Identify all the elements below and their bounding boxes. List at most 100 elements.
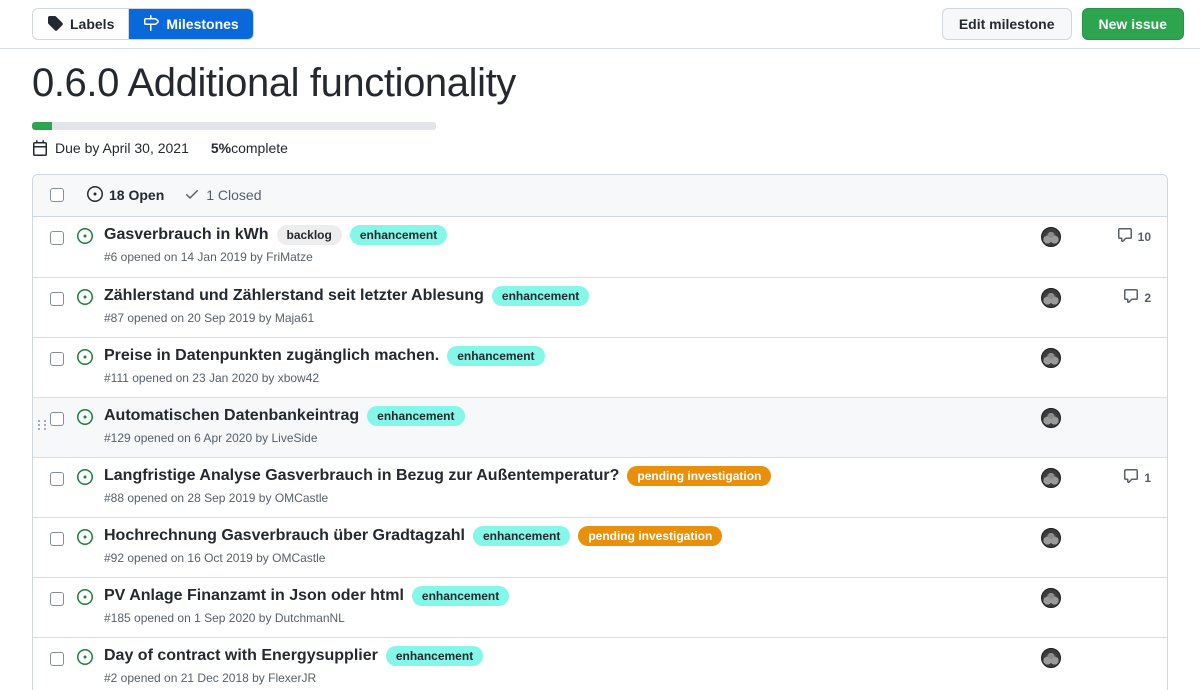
issue-row[interactable]: Hochrechnung Gasverbrauch über Gradtagza… [33,517,1167,577]
closed-count-label: 1 Closed [206,187,261,203]
issue-opened-icon [77,469,93,485]
issue-title-line: Zählerstand und Zählerstand seit letzter… [104,286,1029,306]
labels-milestones-tab-group: Labels Milestones [32,8,254,40]
comment-icon [1123,468,1139,487]
issue-label[interactable]: pending investigation [627,466,771,486]
issue-row[interactable]: Day of contract with Energysupplier enhan… [33,637,1167,690]
issue-title[interactable]: Gasverbrauch in kWh [104,225,269,245]
issue-label[interactable]: enhancement [492,286,589,306]
issue-meta: #92 opened on 16 Oct 2019 by OMCastle [104,551,1029,565]
issue-list-wrapper: 18 Open 1 Closed Gasverbrauch in kWh back… [0,156,1200,690]
issue-row-right [1029,528,1151,548]
top-toolbar: Labels Milestones Edit milestone New iss… [0,0,1200,48]
tab-labels-label: Labels [70,16,114,32]
issue-opened-icon [77,589,93,605]
issue-content: Automatischen Datenbankeintrag enhancemen… [104,406,1029,445]
milestone-percent-word: complete [231,140,288,156]
issue-label[interactable]: enhancement [447,346,544,366]
issue-row-right [1029,348,1151,368]
issue-row[interactable]: Gasverbrauch in kWh backlog enhancement #6 … [33,217,1167,277]
avatar[interactable] [1041,648,1061,668]
select-all-checkbox[interactable] [50,188,64,202]
issue-title-line: Hochrechnung Gasverbrauch über Gradtagza… [104,526,1029,546]
issue-title-line: Preise in Datenpunkten zugänglich machen… [104,346,1029,366]
issue-title[interactable]: Zählerstand und Zählerstand seit letzter… [104,286,484,306]
comment-count[interactable]: 10 [1079,227,1151,246]
issue-opened-icon [77,228,93,244]
issue-label[interactable]: enhancement [473,526,570,546]
issue-opened-icon [77,409,93,425]
issue-title[interactable]: Preise in Datenpunkten zugänglich machen… [104,346,439,366]
issue-row-right: 10 [1029,227,1151,247]
issue-checkbox[interactable] [50,231,64,245]
calendar-icon [32,140,48,156]
issue-meta: #6 opened on 14 Jan 2019 by FriMatze [104,250,1029,264]
issue-row[interactable]: Langfristige Analyse Gasverbrauch in Bez… [33,457,1167,517]
issue-label[interactable]: enhancement [350,225,447,245]
issue-title[interactable]: PV Anlage Finanzamt in Json oder html [104,586,404,606]
issue-row-right [1029,408,1151,428]
tag-icon [47,15,63,34]
issue-row-right: 1 [1029,468,1151,488]
issue-label[interactable]: enhancement [367,406,464,426]
comment-count[interactable]: 2 [1079,288,1151,307]
issue-label[interactable]: backlog [277,225,342,245]
avatar[interactable] [1041,348,1061,368]
issue-checkbox[interactable] [50,472,64,486]
issue-label[interactable]: enhancement [412,586,509,606]
issue-checkbox[interactable] [50,532,64,546]
issue-title-line: PV Anlage Finanzamt in Json oder html enh… [104,586,1029,606]
issue-row-right [1029,648,1151,668]
avatar[interactable] [1041,227,1061,247]
avatar[interactable] [1041,408,1061,428]
issue-checkbox[interactable] [50,292,64,306]
avatar[interactable] [1041,288,1061,308]
issue-meta: #111 opened on 23 Jan 2020 by xbow42 [104,371,1029,385]
avatar[interactable] [1041,588,1061,608]
issue-checkbox[interactable] [50,652,64,666]
issue-row[interactable]: Automatischen Datenbankeintrag enhancemen… [33,397,1167,457]
issue-row[interactable]: Preise in Datenpunkten zugänglich machen… [33,337,1167,397]
comment-count-label: 1 [1144,471,1151,485]
issue-row[interactable]: PV Anlage Finanzamt in Json oder html enh… [33,577,1167,637]
filter-closed-issues[interactable]: 1 Closed [184,186,261,205]
issue-list-header: 18 Open 1 Closed [33,175,1167,217]
comment-count[interactable]: 1 [1079,468,1151,487]
issue-meta: #185 opened on 1 Sep 2020 by DutchmanNL [104,611,1029,625]
issue-opened-icon [77,289,93,305]
issue-row[interactable]: Zählerstand und Zählerstand seit letzter… [33,277,1167,337]
issue-content: Langfristige Analyse Gasverbrauch in Bez… [104,466,1029,505]
milestone-header: 0.6.0 Additional functionality Due by Ap… [0,49,1200,156]
milestone-progress-fill [32,122,52,130]
issue-checkbox[interactable] [50,352,64,366]
issue-label[interactable]: enhancement [386,646,483,666]
issue-meta: #129 opened on 6 Apr 2020 by LiveSide [104,431,1029,445]
filter-open-issues[interactable]: 18 Open [87,186,164,205]
milestone-due-date: Due by April 30, 2021 [55,140,189,156]
comment-icon [1123,288,1139,307]
issue-title-line: Langfristige Analyse Gasverbrauch in Bez… [104,466,1029,486]
new-issue-button[interactable]: New issue [1082,8,1184,40]
issue-label[interactable]: pending investigation [578,526,722,546]
issue-checkbox[interactable] [50,592,64,606]
issue-title-line: Gasverbrauch in kWh backlog enhancement [104,225,1029,245]
issue-title[interactable]: Hochrechnung Gasverbrauch über Gradtagza… [104,526,465,546]
issue-content: Zählerstand und Zählerstand seit letzter… [104,286,1029,325]
tab-labels[interactable]: Labels [33,9,128,39]
avatar[interactable] [1041,528,1061,548]
avatar[interactable] [1041,468,1061,488]
issue-checkbox[interactable] [50,412,64,426]
comment-count-label: 10 [1138,230,1151,244]
issue-title[interactable]: Day of contract with Energysupplier [104,646,378,666]
issue-meta: #2 opened on 21 Dec 2018 by FlexerJR [104,671,1029,685]
issue-title[interactable]: Automatischen Datenbankeintrag [104,406,359,426]
tab-milestones[interactable]: Milestones [129,9,252,39]
drag-handle-icon[interactable] [38,420,48,430]
issue-content: Preise in Datenpunkten zugänglich machen… [104,346,1029,385]
issue-title[interactable]: Langfristige Analyse Gasverbrauch in Bez… [104,466,619,486]
issue-rows: Gasverbrauch in kWh backlog enhancement #6 … [33,217,1167,690]
milestone-meta: Due by April 30, 2021 5% complete [32,140,1168,156]
issue-opened-icon [77,529,93,545]
page-title: 0.6.0 Additional functionality [32,61,1168,106]
edit-milestone-button[interactable]: Edit milestone [942,8,1072,40]
